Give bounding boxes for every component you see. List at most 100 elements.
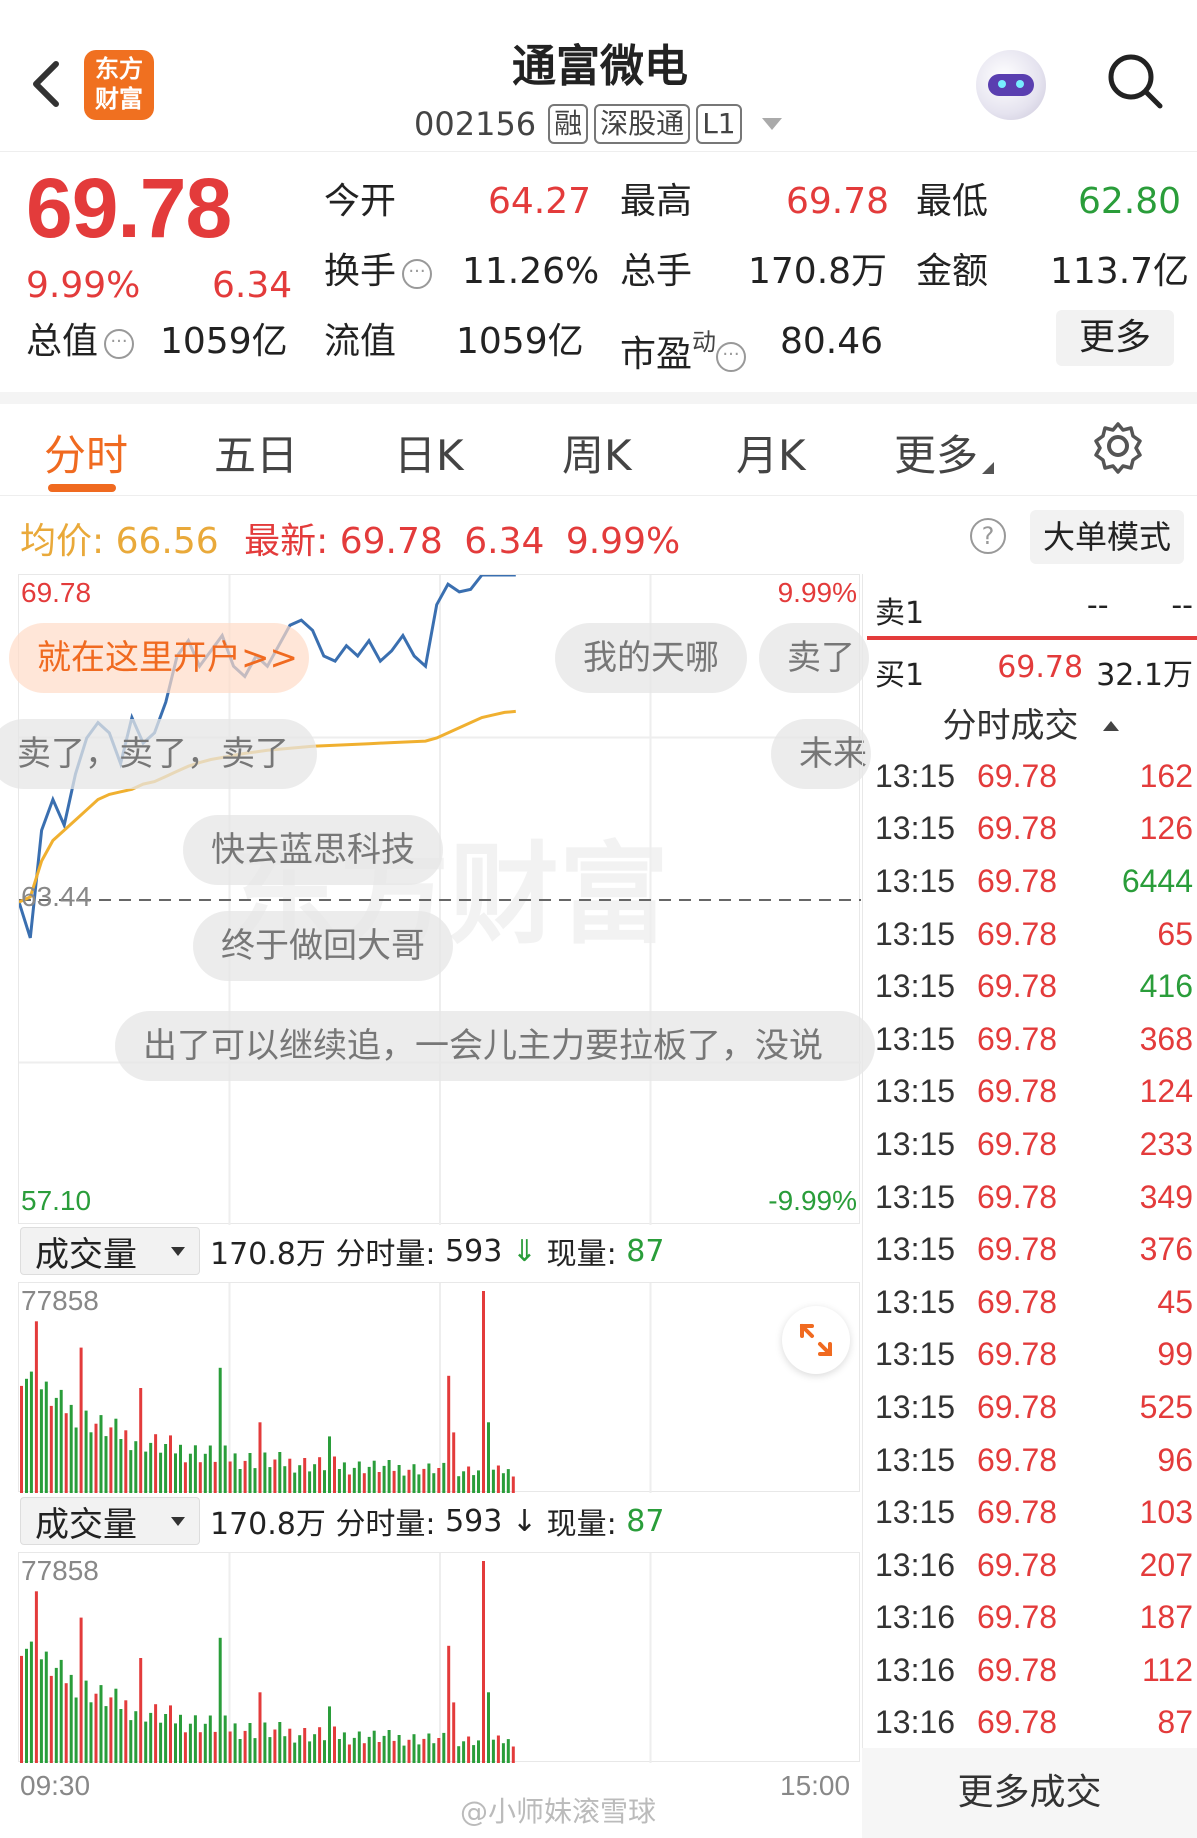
- volume-bar: [392, 1740, 396, 1763]
- avg-label: 均价:: [20, 521, 105, 562]
- stock-subline[interactable]: 002156 融 深股通 L1: [414, 102, 782, 146]
- trade-row: 13:15 69.78 99: [875, 1329, 1193, 1382]
- volume-bar: [412, 1464, 416, 1493]
- comment-bubble[interactable]: 出了可以继续追，一会儿主力要拉板了，没说: [115, 1011, 875, 1081]
- current-price: 69.78: [26, 161, 232, 255]
- volume-bar: [511, 1476, 515, 1493]
- trade-volume: 45: [1157, 1283, 1193, 1320]
- trade-time: 13:15: [875, 1125, 956, 1162]
- comment-bubble[interactable]: 卖了，卖了，卖了: [0, 719, 317, 789]
- pe-label-text: 市盈: [620, 334, 693, 375]
- trade-row: 13:15 69.78 126: [875, 803, 1193, 856]
- comment-bubble[interactable]: 我的天哪: [555, 623, 747, 693]
- more-quote-button[interactable]: 更多: [1056, 310, 1174, 366]
- big-order-mode-button[interactable]: 大单模式: [1030, 510, 1184, 564]
- trades-title-text: 分时成交: [942, 706, 1079, 746]
- stock-name[interactable]: 通富微电: [380, 30, 820, 94]
- comment-bubble[interactable]: 终于做回大哥: [193, 911, 453, 981]
- tab-intraday[interactable]: 分时: [44, 422, 128, 483]
- trade-time: 13:15: [875, 1073, 956, 1110]
- orderbook-divider: [867, 636, 1197, 640]
- period-volume-value: 593: [445, 1503, 503, 1539]
- volume-bar: [377, 1472, 381, 1493]
- trade-row: 13:15 69.78 376: [875, 1223, 1193, 1276]
- volume-bar: [472, 1745, 476, 1763]
- info-icon[interactable]: ···: [104, 329, 135, 359]
- volume-bar: [34, 1321, 38, 1493]
- indicator-select[interactable]: 成交量: [20, 1227, 200, 1275]
- volume-bar: [183, 1732, 187, 1763]
- assistant-robot-icon[interactable]: [976, 50, 1046, 120]
- open-account-bubble[interactable]: 就在这里开户>>: [9, 623, 309, 693]
- volume-bar: [248, 1453, 252, 1493]
- y-axis-top-price: 69.78: [21, 577, 92, 608]
- gear-icon[interactable]: [1090, 418, 1146, 474]
- float-cap-label: 流值: [324, 321, 397, 362]
- tab-weekly-k[interactable]: 周K: [562, 422, 632, 483]
- tab-five-day[interactable]: 五日: [214, 422, 298, 483]
- volume-bar: [283, 1736, 287, 1763]
- turnover-label[interactable]: 换手 ···: [324, 248, 433, 296]
- trades-title[interactable]: 分时成交: [863, 698, 1197, 747]
- volume-bar: [248, 1723, 252, 1763]
- trade-time: 13:15: [875, 1336, 956, 1373]
- market-cap-value: 1059亿: [160, 321, 288, 362]
- volume-bar: [447, 1645, 451, 1763]
- pe-label[interactable]: 市盈动 ···: [620, 318, 747, 379]
- trade-volume: 376: [1139, 1231, 1193, 1268]
- volume-bar: [228, 1731, 232, 1763]
- info-icon[interactable]: ···: [716, 342, 747, 372]
- trade-volume: 103: [1139, 1494, 1193, 1531]
- comment-bubble[interactable]: 卖了: [759, 623, 869, 693]
- back-arrow-icon[interactable]: [26, 56, 66, 112]
- chevron-down-icon[interactable]: [761, 118, 782, 130]
- volume-chart-svg: [20, 1283, 652, 1493]
- volume-bar: [69, 1674, 73, 1763]
- volume-bar: [258, 1422, 262, 1493]
- volume-chart[interactable]: 77858: [18, 1282, 860, 1493]
- time-axis-end: 15:00: [780, 1770, 851, 1801]
- volume-chart-2[interactable]: 77858: [18, 1552, 860, 1763]
- tab-more[interactable]: 更多: [894, 422, 995, 483]
- trade-price: 69.78: [977, 1388, 1058, 1425]
- help-icon[interactable]: ?: [970, 518, 1006, 554]
- volume-bar: [382, 1735, 386, 1763]
- volume-bar: [169, 1435, 172, 1493]
- comment-bubble[interactable]: 快去蓝思科技: [183, 815, 443, 885]
- more-trades-button[interactable]: 更多成交: [862, 1748, 1197, 1838]
- volume-bar: [198, 1462, 202, 1493]
- trade-volume: 124: [1139, 1073, 1193, 1110]
- volume-bar: [258, 1692, 262, 1763]
- trade-row: 13:15 69.78 233: [875, 1118, 1193, 1171]
- volume-header-2: 成交量 170.8万 分时量: 593 ↓ 现量: 87: [20, 1494, 664, 1548]
- tab-monthly-k[interactable]: 月K: [736, 422, 806, 483]
- volume-bar: [228, 1461, 232, 1493]
- trade-time: 13:15: [875, 1441, 956, 1478]
- volume-bar: [407, 1739, 411, 1763]
- volume-bar: [397, 1735, 401, 1763]
- turnover-value: 11.26%: [462, 251, 600, 292]
- volume-bar: [273, 1459, 277, 1493]
- amount-value: 113.7亿: [1050, 251, 1190, 292]
- volume-bar: [179, 1714, 182, 1763]
- info-icon[interactable]: ···: [402, 259, 433, 289]
- trade-volume: 349: [1139, 1178, 1193, 1215]
- tab-daily-k[interactable]: 日K: [394, 422, 464, 483]
- comment-bubble[interactable]: 未来: [771, 719, 871, 789]
- intraday-price-chart[interactable]: 东方财富 69.78 9.99% 63.44 57.10 -9.99% 就在这里…: [0, 574, 875, 1225]
- volume-bar: [213, 1731, 217, 1763]
- volume-bar: [487, 1422, 490, 1493]
- expand-icon[interactable]: [782, 1306, 850, 1374]
- app-logo[interactable]: 东方财富: [84, 50, 154, 120]
- volume-bar: [174, 1723, 177, 1763]
- volume-bar: [99, 1415, 103, 1493]
- volume-bar: [288, 1458, 292, 1493]
- indicator-select[interactable]: 成交量: [20, 1497, 200, 1545]
- volume-bar: [467, 1736, 471, 1763]
- market-cap-label[interactable]: 总值 ···: [26, 318, 135, 366]
- search-icon[interactable]: [1106, 52, 1164, 110]
- trade-volume: 65: [1157, 915, 1193, 952]
- volume-bar: [367, 1466, 371, 1493]
- trade-time: 13:15: [875, 1283, 956, 1320]
- trade-row: 13:16 69.78 207: [875, 1539, 1193, 1592]
